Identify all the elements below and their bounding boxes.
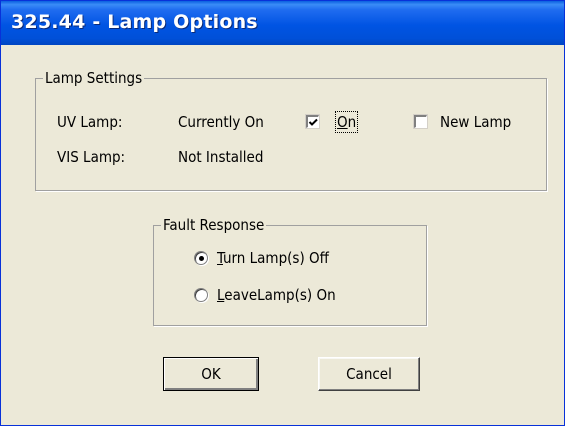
- ok-button[interactable]: OK: [163, 357, 259, 391]
- radio-leave-lamps-on[interactable]: LeaveLamp(s) On: [194, 286, 374, 306]
- new-lamp-label: New Lamp: [440, 113, 512, 131]
- radio-turn-lamps-off-button[interactable]: [194, 251, 208, 265]
- cancel-button[interactable]: Cancel: [318, 357, 420, 391]
- leave-lamps-on-label: LeaveLamp(s) On: [217, 286, 336, 304]
- new-lamp-checkbox-box[interactable]: [413, 114, 428, 129]
- vis-lamp-status: Not Installed: [178, 148, 264, 166]
- new-lamp-checkbox[interactable]: New Lamp: [413, 113, 534, 133]
- radio-leave-lamps-on-button[interactable]: [194, 288, 208, 302]
- vis-lamp-label: VIS Lamp:: [57, 148, 126, 166]
- uv-lamp-status: Currently On: [178, 113, 264, 131]
- fault-response-legend: Fault Response: [163, 216, 265, 234]
- window-title: 325.44 - Lamp Options: [11, 11, 258, 33]
- checkmark-icon: [308, 118, 318, 126]
- radio-selected-dot: [199, 256, 204, 261]
- turn-lamps-off-label: Turn Lamp(s) Off: [217, 249, 329, 267]
- on-checkbox-label: On: [334, 111, 359, 133]
- cancel-button-label: Cancel: [346, 365, 392, 383]
- lamp-settings-legend: Lamp Settings: [45, 69, 143, 87]
- radio-turn-lamps-off[interactable]: Turn Lamp(s) Off: [194, 249, 374, 269]
- on-checkbox-box[interactable]: [305, 114, 320, 129]
- uv-lamp-label: UV Lamp:: [57, 113, 123, 131]
- fault-response-group: Fault Response: [153, 216, 427, 326]
- lamp-options-dialog: 325.44 - Lamp Options Lamp Settings UV L…: [0, 0, 565, 426]
- on-checkbox[interactable]: On: [305, 111, 368, 133]
- ok-button-label: OK: [201, 365, 221, 383]
- title-bar[interactable]: 325.44 - Lamp Options: [1, 1, 564, 45]
